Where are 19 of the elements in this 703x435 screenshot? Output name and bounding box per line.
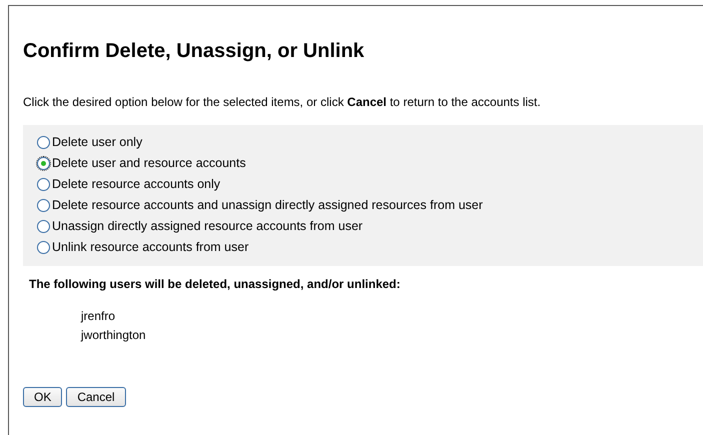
cancel-button[interactable]: Cancel [66, 387, 126, 407]
option-label[interactable]: Delete resource accounts only [52, 174, 220, 195]
radio-button[interactable] [37, 178, 50, 191]
radio-button[interactable] [37, 241, 50, 254]
radio-button[interactable] [37, 157, 50, 170]
radio-button[interactable] [37, 220, 50, 233]
page-title: Confirm Delete, Unassign, or Unlink [23, 39, 366, 63]
radio-button[interactable] [37, 136, 50, 149]
users-heading: The following users will be deleted, unassigned, and/or unlinked: [29, 276, 402, 293]
option-label[interactable]: Unlink resource accounts from user [52, 237, 249, 258]
option-label[interactable]: Delete resource accounts and unassign directly assigned resources from user [52, 195, 483, 216]
option-label[interactable]: Unassign directly assigned resource accounts from user [52, 216, 363, 237]
option-label[interactable]: Delete user and resource accounts [52, 153, 246, 174]
instruction-text: Click the desired option below for the selected items, or click Cancel to return to the accounts list. [23, 94, 542, 111]
user-name: jworthington [81, 328, 146, 342]
option-label[interactable]: Delete user only [52, 132, 142, 153]
ok-button[interactable]: OK [23, 387, 62, 407]
user-name: jrenfro [81, 309, 116, 323]
radio-button[interactable] [37, 199, 50, 212]
